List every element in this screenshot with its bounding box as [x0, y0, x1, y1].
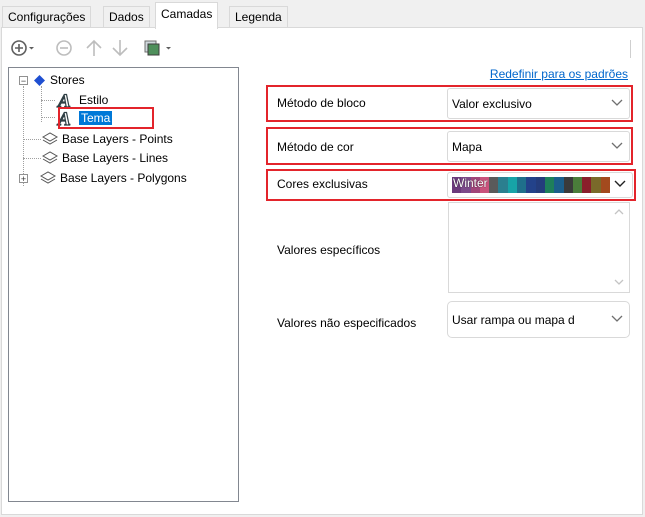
chevron-down-icon: [611, 314, 623, 326]
palette-swatch: [582, 177, 592, 193]
block-method-label: Método de bloco: [277, 96, 366, 110]
palette-swatch: [535, 177, 545, 193]
chevron-down-icon: [611, 98, 623, 110]
tree-line: [23, 158, 41, 159]
scroll-down-icon[interactable]: [614, 278, 624, 288]
exclusive-colors-select[interactable]: Winter: [447, 172, 633, 198]
tab-strip: Configurações Dados Camadas Legenda: [0, 0, 645, 29]
tree-line: [23, 139, 41, 140]
move-up-icon[interactable]: [84, 38, 104, 58]
tree-node-lines[interactable]: Base Layers - Lines: [41, 150, 169, 166]
tab-camadas[interactable]: Camadas: [155, 2, 219, 29]
tree-label-lines: Base Layers - Lines: [62, 151, 169, 165]
layers-icon: [39, 171, 57, 185]
layer-copy-icon[interactable]: [141, 38, 175, 58]
add-icon[interactable]: [10, 38, 36, 58]
palette-swatch: [591, 177, 601, 193]
palette-swatch: [498, 177, 508, 193]
layer-tree[interactable]: − Stores A Estilo A Tema Base Layers - P…: [8, 67, 239, 502]
reset-defaults-link[interactable]: Redefinir para os padrões: [490, 67, 628, 81]
block-method-select[interactable]: Valor exclusivo: [447, 88, 630, 119]
move-down-icon[interactable]: [110, 38, 130, 58]
style-icon: A: [55, 90, 77, 112]
specific-values-list[interactable]: [448, 202, 630, 293]
tab-dados[interactable]: Dados: [103, 6, 150, 28]
palette-swatch: [517, 177, 527, 193]
collapse-icon[interactable]: −: [19, 75, 28, 85]
palette-swatch: [554, 177, 564, 193]
tree-label-points: Base Layers - Points: [62, 132, 173, 146]
palette-swatch: [507, 177, 518, 193]
palette-swatch: [600, 177, 611, 193]
svg-text:A: A: [57, 109, 71, 127]
unspecified-values-value: Usar rampa ou mapa d: [452, 312, 575, 327]
color-method-label: Método de cor: [277, 140, 354, 154]
diamond-icon: [34, 74, 45, 86]
remove-icon[interactable]: [54, 38, 74, 58]
layers-icon: [41, 132, 59, 146]
exclusive-colors-label: Cores exclusivas: [277, 177, 368, 191]
palette-swatch: [572, 177, 583, 193]
palette-swatch: [526, 177, 536, 193]
tree-node-stores[interactable]: − Stores: [19, 72, 85, 88]
unspecified-values-label: Valores não especificados: [277, 316, 417, 330]
color-method-value: Mapa: [452, 139, 483, 154]
tree-label-stores: Stores: [50, 73, 85, 87]
specific-values-label: Valores específicos: [277, 243, 381, 257]
scroll-up-icon[interactable]: [614, 207, 624, 217]
tree-label-tema: Tema: [79, 111, 113, 125]
tab-legenda[interactable]: Legenda: [229, 6, 288, 28]
expand-icon[interactable]: +: [19, 173, 28, 183]
exclusive-colors-value: Winter: [453, 176, 488, 190]
chevron-down-icon: [611, 141, 623, 153]
tree-node-estilo[interactable]: A Estilo: [55, 90, 109, 112]
svg-text:A: A: [57, 91, 71, 109]
layers-icon: [41, 151, 59, 165]
palette-swatch: [489, 177, 499, 193]
tree-line: [41, 117, 55, 118]
palette-swatch: [563, 177, 573, 193]
tree-label-polygons: Base Layers - Polygons: [60, 171, 187, 185]
unspecified-values-select[interactable]: Usar rampa ou mapa d: [447, 301, 630, 338]
tab-configuracoes[interactable]: Configurações: [2, 6, 92, 28]
style-icon: A: [55, 108, 77, 130]
tree-line: [41, 100, 55, 101]
tree-node-tema[interactable]: A Tema: [55, 108, 113, 131]
palette-swatch: [544, 177, 555, 193]
tree-node-polygons[interactable]: + Base Layers - Polygons: [19, 170, 187, 186]
chevron-down-icon: [614, 179, 626, 191]
tree-node-points[interactable]: Base Layers - Points: [41, 131, 173, 147]
toolbar: [8, 38, 634, 60]
block-method-value: Valor exclusivo: [452, 96, 532, 111]
toolbar-separator: [630, 40, 631, 58]
color-method-select[interactable]: Mapa: [447, 131, 630, 162]
tree-label-estilo: Estilo: [79, 93, 109, 107]
